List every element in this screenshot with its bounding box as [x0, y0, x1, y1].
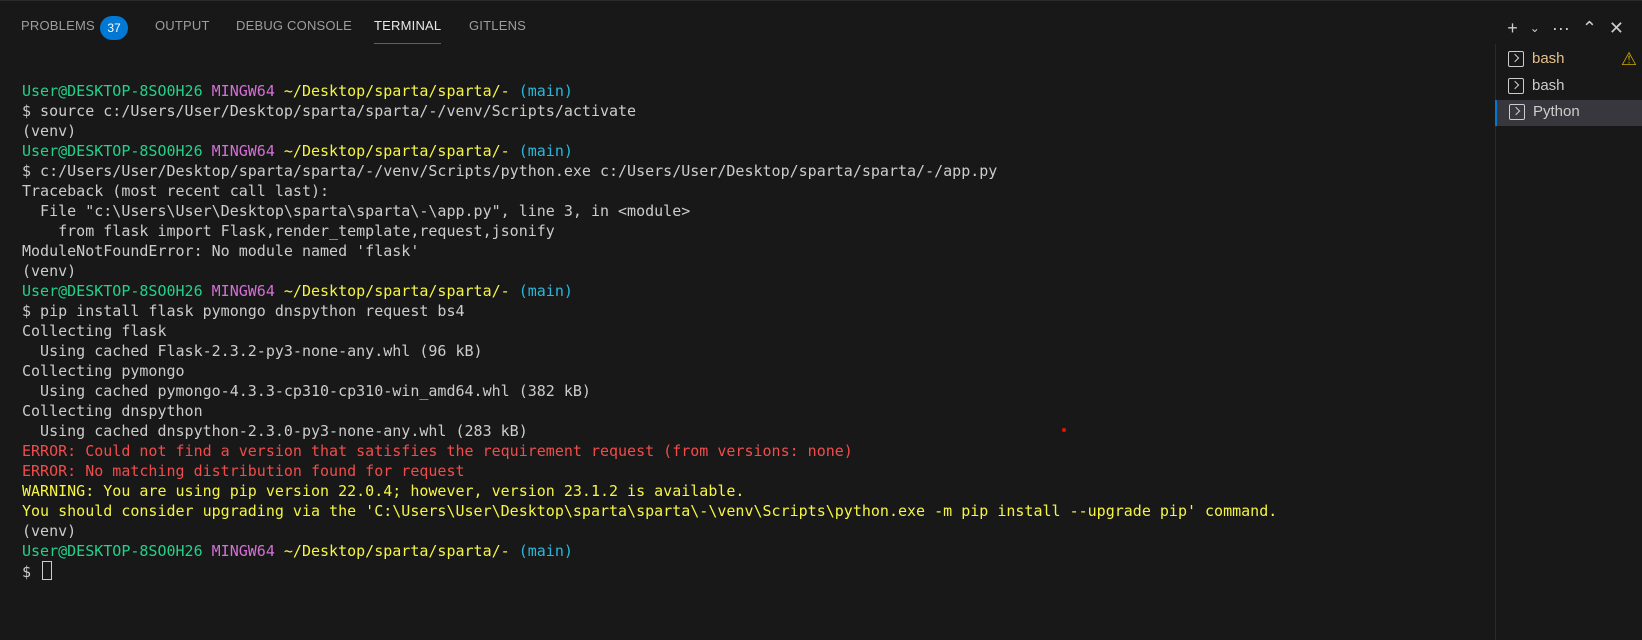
error-line: ERROR: No matching distribution found fo… — [22, 462, 465, 480]
prompt-path: ~/Desktop/sparta/sparta/- — [283, 282, 510, 300]
prompt-branch: (main) — [518, 142, 573, 160]
prompt-line: User@DESKTOP-8SO0H26 MINGW64 ~/Desktop/s… — [22, 281, 1492, 301]
output-line: Collecting pymongo — [22, 362, 185, 380]
tab-problems[interactable]: PROBLEMS — [21, 18, 95, 44]
output-line: Collecting flask — [22, 322, 167, 340]
input-line: $ — [22, 561, 1492, 581]
prompt-system: MINGW64 — [211, 542, 275, 560]
more-actions-icon[interactable]: ··· — [1552, 16, 1570, 40]
output-line: $ pip install flask pymongo dnspython re… — [22, 302, 465, 320]
top-border — [0, 0, 1642, 1]
output-line: $ c:/Users/User/Desktop/sparta/sparta/-/… — [22, 162, 998, 180]
prompt-user: User@DESKTOP-8SO0H26 — [22, 142, 203, 160]
chevron-down-icon[interactable]: ⌄ — [1530, 16, 1540, 40]
prompt-line: User@DESKTOP-8SO0H26 MINGW64 ~/Desktop/s… — [22, 81, 1492, 101]
output-line: (venv) — [22, 522, 77, 540]
red-marker — [1062, 428, 1066, 432]
new-terminal-icon[interactable]: + — [1507, 16, 1518, 40]
output-line: Traceback (most recent call last): — [22, 182, 330, 200]
error-line: ERROR: Could not find a version that sat… — [22, 442, 853, 460]
prompt-system: MINGW64 — [211, 282, 275, 300]
output-line: ModuleNotFoundError: No module named 'fl… — [22, 242, 420, 260]
terminal-output[interactable]: User@DESKTOP-8SO0H26 MINGW64 ~/Desktop/s… — [22, 81, 1492, 581]
prompt-path: ~/Desktop/sparta/sparta/- — [283, 542, 510, 560]
prompt-line: User@DESKTOP-8SO0H26 MINGW64 ~/Desktop/s… — [22, 541, 1492, 561]
terminal-item-bash-2[interactable]: bash — [1496, 74, 1642, 100]
output-line: $ source c:/Users/User/Desktop/sparta/sp… — [22, 102, 637, 120]
panel-tab-bar: PROBLEMS 37 OUTPUT DEBUG CONSOLE TERMINA… — [0, 4, 1642, 48]
output-line: Using cached Flask-2.3.2-py3-none-any.wh… — [22, 342, 483, 360]
close-panel-icon[interactable]: ✕ — [1609, 16, 1624, 40]
prompt-path: ~/Desktop/sparta/sparta/- — [283, 82, 510, 100]
tab-terminal[interactable]: TERMINAL — [374, 18, 442, 44]
prompt-branch: (main) — [518, 282, 573, 300]
terminal-item-python[interactable]: Python — [1495, 100, 1642, 126]
output-line: Using cached pymongo-4.3.3-cp310-cp310-w… — [22, 382, 591, 400]
warning-line: You should consider upgrading via the 'C… — [22, 502, 1278, 520]
prompt-line: User@DESKTOP-8SO0H26 MINGW64 ~/Desktop/s… — [22, 141, 1492, 161]
tab-debug-console[interactable]: DEBUG CONSOLE — [236, 18, 352, 44]
output-line: Using cached dnspython-2.3.0-py3-none-an… — [22, 422, 528, 440]
prompt-branch: (main) — [518, 542, 573, 560]
terminal-item-label: bash — [1532, 50, 1565, 67]
prompt-user: User@DESKTOP-8SO0H26 — [22, 82, 203, 100]
terminal-item-label: bash — [1532, 77, 1565, 94]
problems-count-badge: 37 — [100, 16, 128, 40]
output-line: Collecting dnspython — [22, 402, 203, 420]
terminal-item-label: Python — [1533, 103, 1580, 120]
terminal-list: bash ⚠ bash Python — [1495, 44, 1642, 640]
terminal-item-bash-1[interactable]: bash ⚠ — [1496, 47, 1642, 73]
prompt-path: ~/Desktop/sparta/sparta/- — [283, 142, 510, 160]
output-line: (venv) — [22, 122, 77, 140]
maximize-panel-icon[interactable]: ⌃ — [1582, 16, 1597, 40]
terminal-cursor — [42, 561, 53, 580]
prompt-branch: (main) — [518, 82, 573, 100]
prompt-user: User@DESKTOP-8SO0H26 — [22, 542, 203, 560]
output-line: from flask import Flask,render_template,… — [22, 222, 555, 240]
prompt-system: MINGW64 — [211, 142, 275, 160]
warning-line: WARNING: You are using pip version 22.0.… — [22, 482, 745, 500]
prompt-user: User@DESKTOP-8SO0H26 — [22, 282, 203, 300]
output-line: File "c:\Users\User\Desktop\sparta\spart… — [22, 202, 691, 220]
terminal-icon — [1508, 51, 1524, 67]
terminal-icon — [1508, 78, 1524, 94]
prompt-system: MINGW64 — [211, 82, 275, 100]
tab-output[interactable]: OUTPUT — [155, 18, 210, 44]
terminal-icon — [1509, 104, 1525, 120]
output-line: (venv) — [22, 262, 77, 280]
final-prompt: $ — [22, 563, 41, 581]
tab-gitlens[interactable]: GITLENS — [469, 18, 526, 44]
panel-actions: + ⌄ ··· ⌃ ✕ — [1507, 16, 1624, 40]
warning-icon: ⚠ — [1620, 49, 1637, 69]
